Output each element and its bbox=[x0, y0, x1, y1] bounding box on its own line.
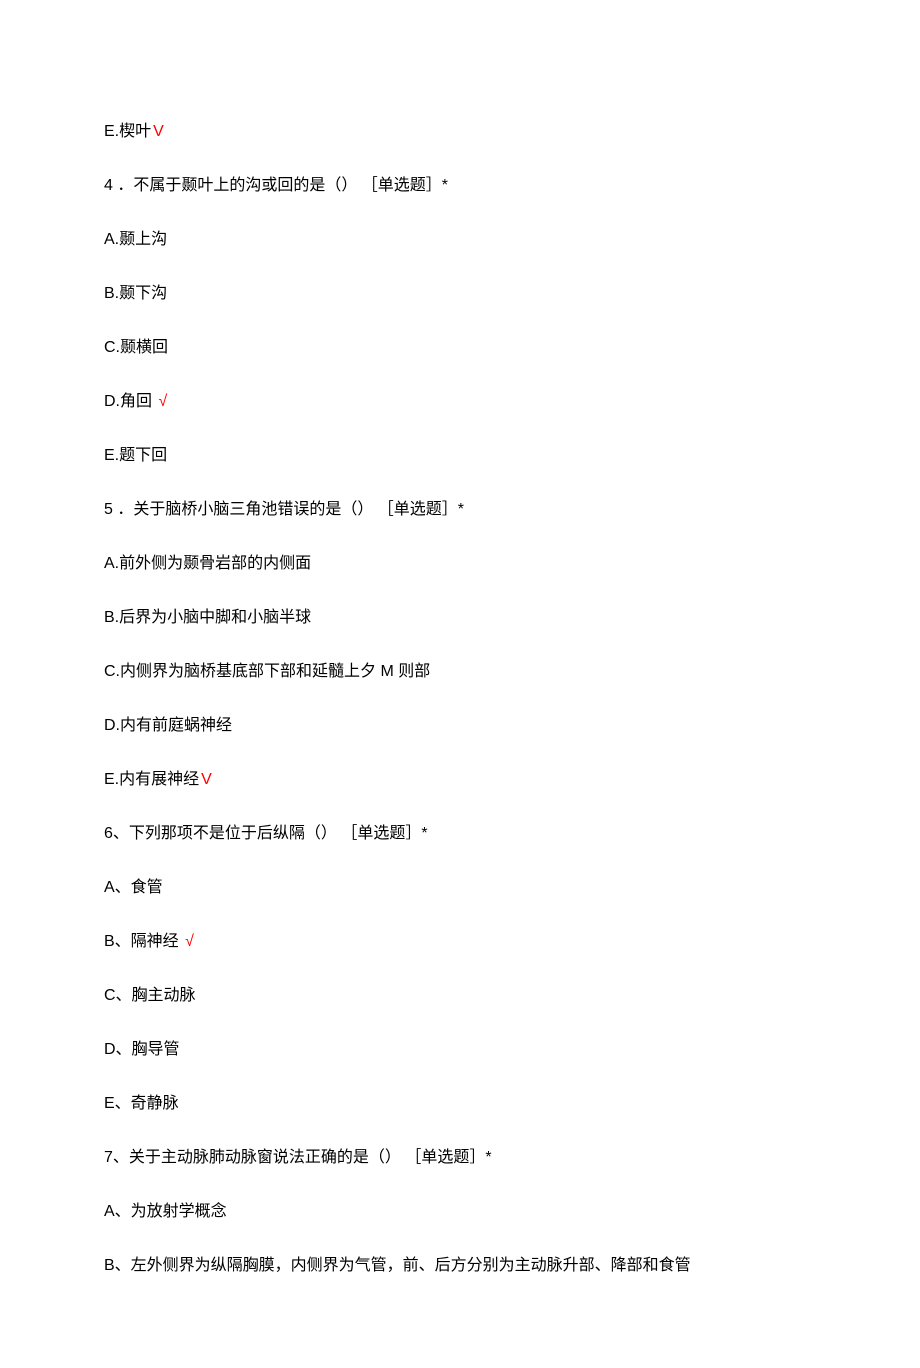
document-body: E.楔叶V4 ．不属于颞叶上的沟或回的是（） ［单选题］*A.颞上沟B.颞下沟C… bbox=[104, 120, 816, 1278]
text-line: E、奇静脉 bbox=[104, 1092, 816, 1116]
correct-answer-marker: V bbox=[153, 123, 164, 140]
text-line: D、胸导管 bbox=[104, 1038, 816, 1062]
line-text: A、为放射学概念 bbox=[104, 1203, 227, 1220]
text-line: B.后界为小脑中脚和小脑半球 bbox=[104, 606, 816, 630]
line-text: B、隔神经 bbox=[104, 933, 179, 950]
line-text: E.题下回 bbox=[104, 447, 167, 464]
line-text: C、胸主动脉 bbox=[104, 987, 196, 1004]
text-line: B.颞下沟 bbox=[104, 282, 816, 306]
line-text: E.楔叶 bbox=[104, 123, 151, 140]
line-text: 5 ．关于脑桥小脑三角池错误的是（） ［单选题］* bbox=[104, 501, 464, 518]
line-text: A、食管 bbox=[104, 879, 163, 896]
text-line: 7、关于主动脉肺动脉窗说法正确的是（） ［单选题］* bbox=[104, 1146, 816, 1170]
text-line: B、隔神经 √ bbox=[104, 930, 816, 954]
text-line: E.内有展神经V bbox=[104, 768, 816, 792]
text-line: 4 ．不属于颞叶上的沟或回的是（） ［单选题］* bbox=[104, 174, 816, 198]
line-text: B.后界为小脑中脚和小脑半球 bbox=[104, 609, 311, 626]
line-text: E、奇静脉 bbox=[104, 1095, 179, 1112]
line-text: 4 ．不属于颞叶上的沟或回的是（） ［单选题］* bbox=[104, 177, 448, 194]
line-text: D.内有前庭蜗神经 bbox=[104, 717, 232, 734]
line-text: D、胸导管 bbox=[104, 1041, 180, 1058]
text-line: A.颞上沟 bbox=[104, 228, 816, 252]
line-text: A.颞上沟 bbox=[104, 231, 167, 248]
text-line: D.内有前庭蜗神经 bbox=[104, 714, 816, 738]
line-text: A.前外侧为颞骨岩部的内侧面 bbox=[104, 555, 311, 572]
text-line: 5 ．关于脑桥小脑三角池错误的是（） ［单选题］* bbox=[104, 498, 816, 522]
text-line: A.前外侧为颞骨岩部的内侧面 bbox=[104, 552, 816, 576]
text-line: C.内侧界为脑桥基底部下部和延髓上夕 M 则部 bbox=[104, 660, 816, 684]
line-text: 7、关于主动脉肺动脉窗说法正确的是（） ［单选题］* bbox=[104, 1149, 492, 1166]
line-text: B.颞下沟 bbox=[104, 285, 167, 302]
text-line: B、左外侧界为纵隔胸膜，内侧界为气管，前、后方分别为主动脉升部、降部和食管 bbox=[104, 1254, 816, 1278]
text-line: D.角回 √ bbox=[104, 390, 816, 414]
correct-answer-marker: √ bbox=[154, 393, 167, 410]
text-line: C.颞横回 bbox=[104, 336, 816, 360]
text-line: E.题下回 bbox=[104, 444, 816, 468]
text-line: A、食管 bbox=[104, 876, 816, 900]
line-text: C.内侧界为脑桥基底部下部和延髓上夕 M 则部 bbox=[104, 663, 430, 680]
correct-answer-marker: √ bbox=[181, 933, 194, 950]
text-line: 6、下列那项不是位于后纵隔（） ［单选题］* bbox=[104, 822, 816, 846]
text-line: C、胸主动脉 bbox=[104, 984, 816, 1008]
correct-answer-marker: V bbox=[201, 771, 212, 788]
text-line: E.楔叶V bbox=[104, 120, 816, 144]
line-text: C.颞横回 bbox=[104, 339, 168, 356]
line-text: E.内有展神经 bbox=[104, 771, 199, 788]
line-text: 6、下列那项不是位于后纵隔（） ［单选题］* bbox=[104, 825, 428, 842]
text-line: A、为放射学概念 bbox=[104, 1200, 816, 1224]
line-text: D.角回 bbox=[104, 393, 152, 410]
line-text: B、左外侧界为纵隔胸膜，内侧界为气管，前、后方分别为主动脉升部、降部和食管 bbox=[104, 1257, 691, 1274]
